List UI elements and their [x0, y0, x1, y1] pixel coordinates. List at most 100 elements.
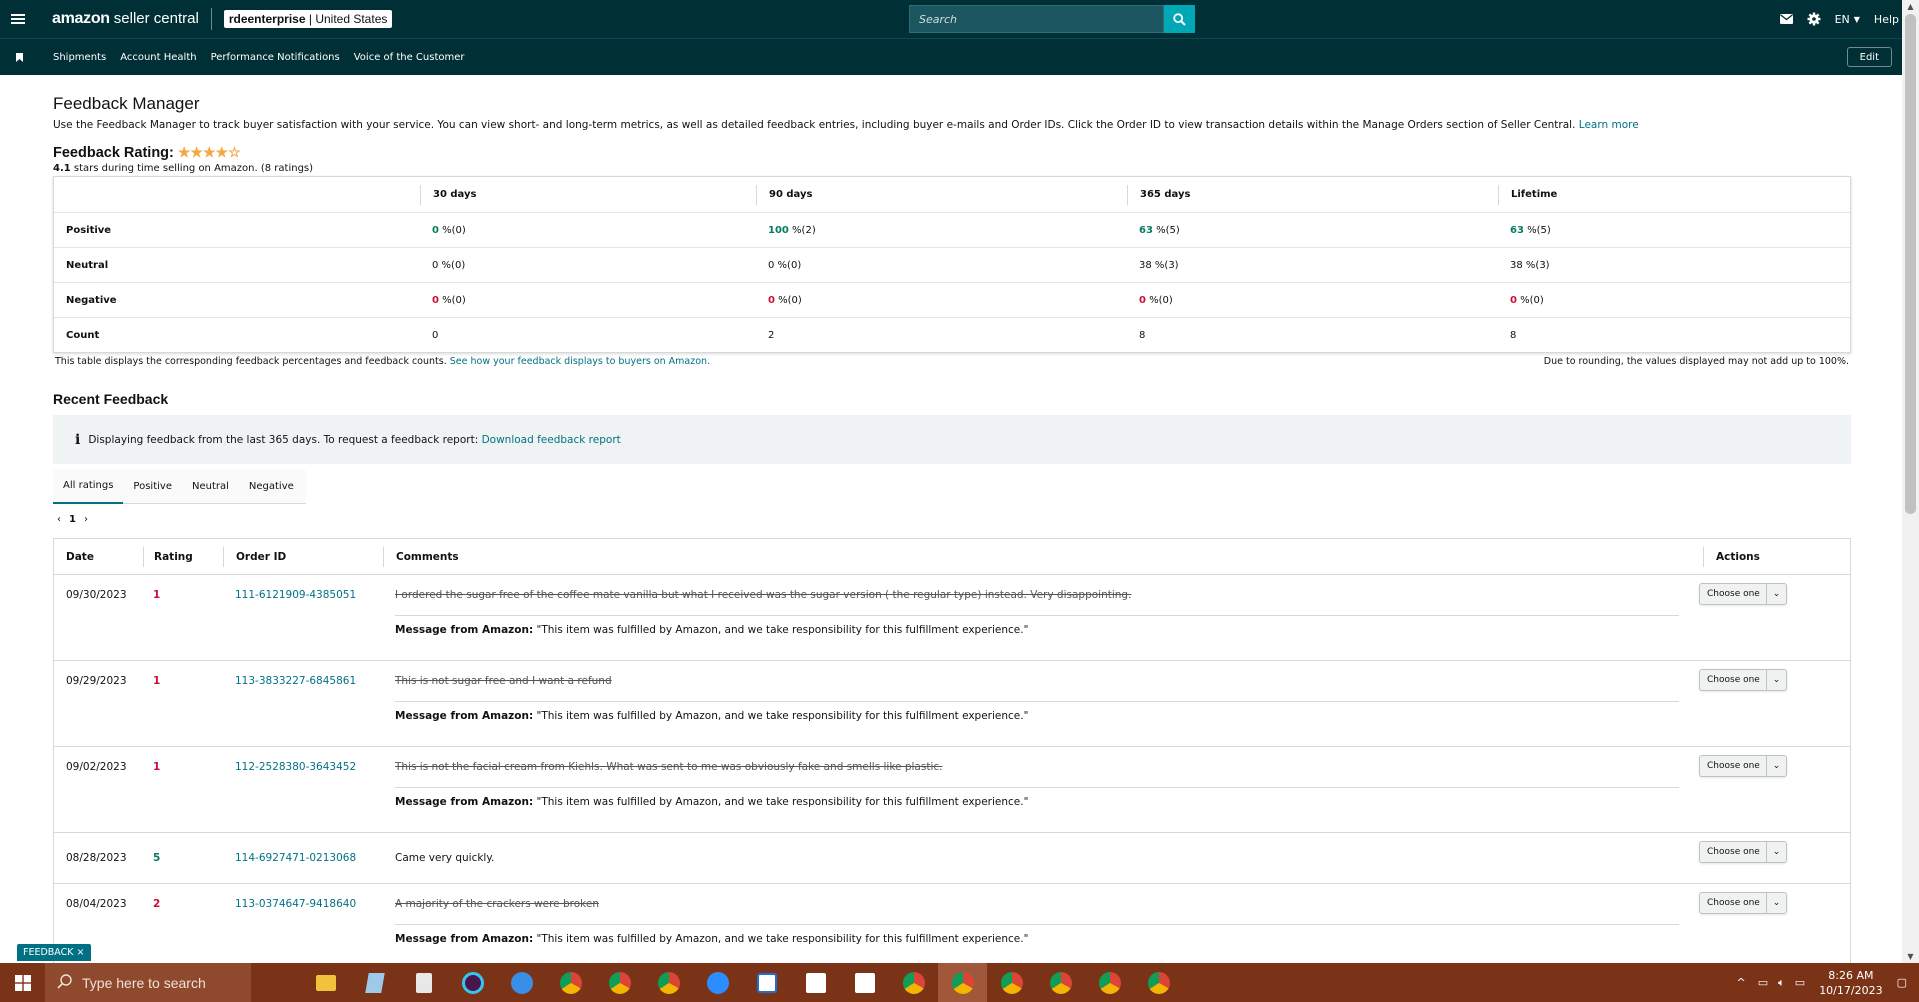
chrome-icon[interactable]	[1085, 963, 1134, 1002]
calculator-icon[interactable]	[399, 963, 448, 1002]
language-selector[interactable]: EN ▼	[1835, 13, 1860, 26]
summary-cell: 0	[432, 329, 439, 341]
help-link[interactable]: Help	[1874, 13, 1899, 26]
nav-account-health[interactable]: Account Health	[120, 52, 196, 63]
order-id-link[interactable]: 112-2528380-3643452	[235, 761, 356, 773]
language-label: EN	[1834, 12, 1850, 26]
chevron-up-icon[interactable]: ^	[1737, 976, 1746, 989]
summary-col-lifetime: Lifetime	[1498, 184, 1850, 205]
message-text: "This item was fulfilled by Amazon, and …	[536, 710, 1029, 722]
tab-negative[interactable]: Negative	[239, 470, 304, 504]
app-icon[interactable]	[497, 963, 546, 1002]
order-id-link[interactable]: 111-6121909-4385051	[235, 589, 356, 601]
feedback-tab[interactable]: FEEDBACK ×	[17, 944, 91, 961]
feedback-summary-table: 30 days 90 days 365 days Lifetime Positi…	[53, 176, 1851, 353]
nav-performance-notifications[interactable]: Performance Notifications	[211, 52, 340, 63]
seller-central-logo[interactable]: amazon seller central	[52, 10, 199, 28]
summary-cell: 0 %(0)	[432, 224, 466, 236]
search-bar	[909, 5, 1195, 33]
notepad-icon[interactable]	[350, 963, 399, 1002]
header-tools: EN ▼ Help	[1779, 0, 1899, 38]
summary-header-row: 30 days 90 days 365 days Lifetime	[54, 177, 1850, 212]
actions-dropdown[interactable]: Choose one ⌄	[1699, 892, 1787, 914]
chrome-icon[interactable]	[1134, 963, 1183, 1002]
chrome-icon[interactable]	[1036, 963, 1085, 1002]
actions-dropdown[interactable]: Choose one ⌄	[1699, 841, 1787, 863]
star-empty-icon: ☆	[228, 144, 241, 160]
search-icon	[1173, 12, 1186, 26]
order-id-link[interactable]: 114-6927471-0213068	[235, 852, 356, 864]
summary-cell: 0 %(0)	[1510, 294, 1544, 306]
feedback-table: Date Rating Order ID Comments Actions 09…	[53, 538, 1851, 970]
chrome-icon[interactable]	[938, 963, 987, 1002]
summary-row-label: Count	[66, 329, 100, 341]
scroll-down-icon[interactable]: ▼	[1902, 952, 1919, 961]
page-number[interactable]: 1	[69, 514, 76, 525]
order-id-link[interactable]: 113-3833227-6845861	[235, 675, 356, 687]
chrome-icon[interactable]	[595, 963, 644, 1002]
file-explorer-icon[interactable]	[301, 963, 350, 1002]
app-icon[interactable]	[840, 963, 889, 1002]
volume-icon[interactable]: 🔈︎	[1778, 976, 1785, 990]
chevron-right-icon[interactable]: ›	[84, 514, 88, 525]
search-input[interactable]	[909, 5, 1165, 33]
feedback-date: 09/02/2023	[66, 761, 127, 773]
amazon-message: Message from Amazon: "This item was fulf…	[395, 615, 1679, 660]
feedback-comment: A majority of the crackers were broken	[395, 898, 599, 910]
feedback-date: 09/30/2023	[66, 589, 127, 601]
chrome-icon[interactable]	[644, 963, 693, 1002]
divider	[210, 8, 212, 30]
app-icon[interactable]	[791, 963, 840, 1002]
edit-bookmarks-button[interactable]: Edit	[1846, 47, 1892, 67]
bookmark-icon[interactable]	[0, 52, 38, 62]
summary-cell: 0 %(0)	[768, 294, 802, 306]
download-report-link[interactable]: Download feedback report	[482, 434, 621, 446]
summary-cell: 0 %(0)	[432, 294, 466, 306]
scroll-up-icon[interactable]: ▲	[1902, 2, 1919, 11]
zoom-icon[interactable]	[693, 963, 742, 1002]
network-icon[interactable]: ▭	[1758, 976, 1768, 989]
scrollbar-thumb[interactable]	[1905, 14, 1916, 514]
gear-icon[interactable]	[1807, 12, 1821, 26]
actions-dropdown[interactable]: Choose one ⌄	[1699, 669, 1787, 691]
taskbar-clock[interactable]: 8:26 AM 10/17/2023	[1819, 968, 1882, 998]
actions-dropdown[interactable]: Choose one ⌄	[1699, 755, 1787, 777]
close-icon[interactable]: ×	[77, 947, 85, 958]
store-switcher[interactable]: rdeenterprise | United States	[223, 10, 393, 28]
menu-icon[interactable]	[0, 0, 36, 38]
taskbar-search[interactable]: Type here to search	[45, 963, 251, 1002]
summary-cell: 8	[1510, 329, 1517, 341]
col-actions: Actions	[1703, 546, 1850, 567]
battery-icon[interactable]: ▭	[1795, 976, 1805, 989]
page-scrollbar[interactable]: ▲ ▼	[1902, 0, 1919, 963]
summary-header-blank	[54, 185, 420, 205]
windows-start-icon[interactable]	[0, 963, 45, 1002]
tab-positive[interactable]: Positive	[123, 470, 182, 504]
mail-icon[interactable]	[1779, 14, 1793, 24]
chevron-left-icon[interactable]: ‹	[57, 514, 61, 525]
app-icon[interactable]	[742, 963, 791, 1002]
tab-all-ratings[interactable]: All ratings	[53, 470, 124, 504]
nav-voice-of-customer[interactable]: Voice of the Customer	[354, 52, 465, 63]
table-row: 09/02/2023 1 112-2528380-3643452 This is…	[54, 747, 1850, 833]
chrome-icon[interactable]	[987, 963, 1036, 1002]
search-button[interactable]	[1164, 5, 1195, 33]
order-id-link[interactable]: 113-0374647-9418640	[235, 898, 356, 910]
rounding-note: Due to rounding, the values displayed ma…	[1543, 356, 1849, 367]
chrome-icon[interactable]	[889, 963, 938, 1002]
feedback-table-header: Date Rating Order ID Comments Actions	[54, 539, 1850, 575]
slack-icon[interactable]	[448, 963, 497, 1002]
alert-text: Displaying feedback from the last 365 da…	[88, 433, 479, 446]
learn-more-link[interactable]: Learn more	[1579, 119, 1639, 131]
chrome-icon[interactable]	[546, 963, 595, 1002]
summary-row-label: Negative	[66, 294, 117, 306]
chevron-down-icon: ⌄	[1766, 670, 1786, 690]
actions-dropdown[interactable]: Choose one ⌄	[1699, 583, 1787, 605]
notification-icon[interactable]: ▢	[1897, 976, 1907, 989]
buyer-display-link[interactable]: See how your feedback displays to buyers…	[450, 356, 710, 367]
nav-shipments[interactable]: Shipments	[53, 52, 106, 63]
tab-neutral[interactable]: Neutral	[182, 470, 239, 504]
logo-seller-central: seller central	[113, 10, 199, 27]
logo-amazon: amazon	[52, 10, 110, 27]
feedback-date: 08/04/2023	[66, 898, 127, 910]
